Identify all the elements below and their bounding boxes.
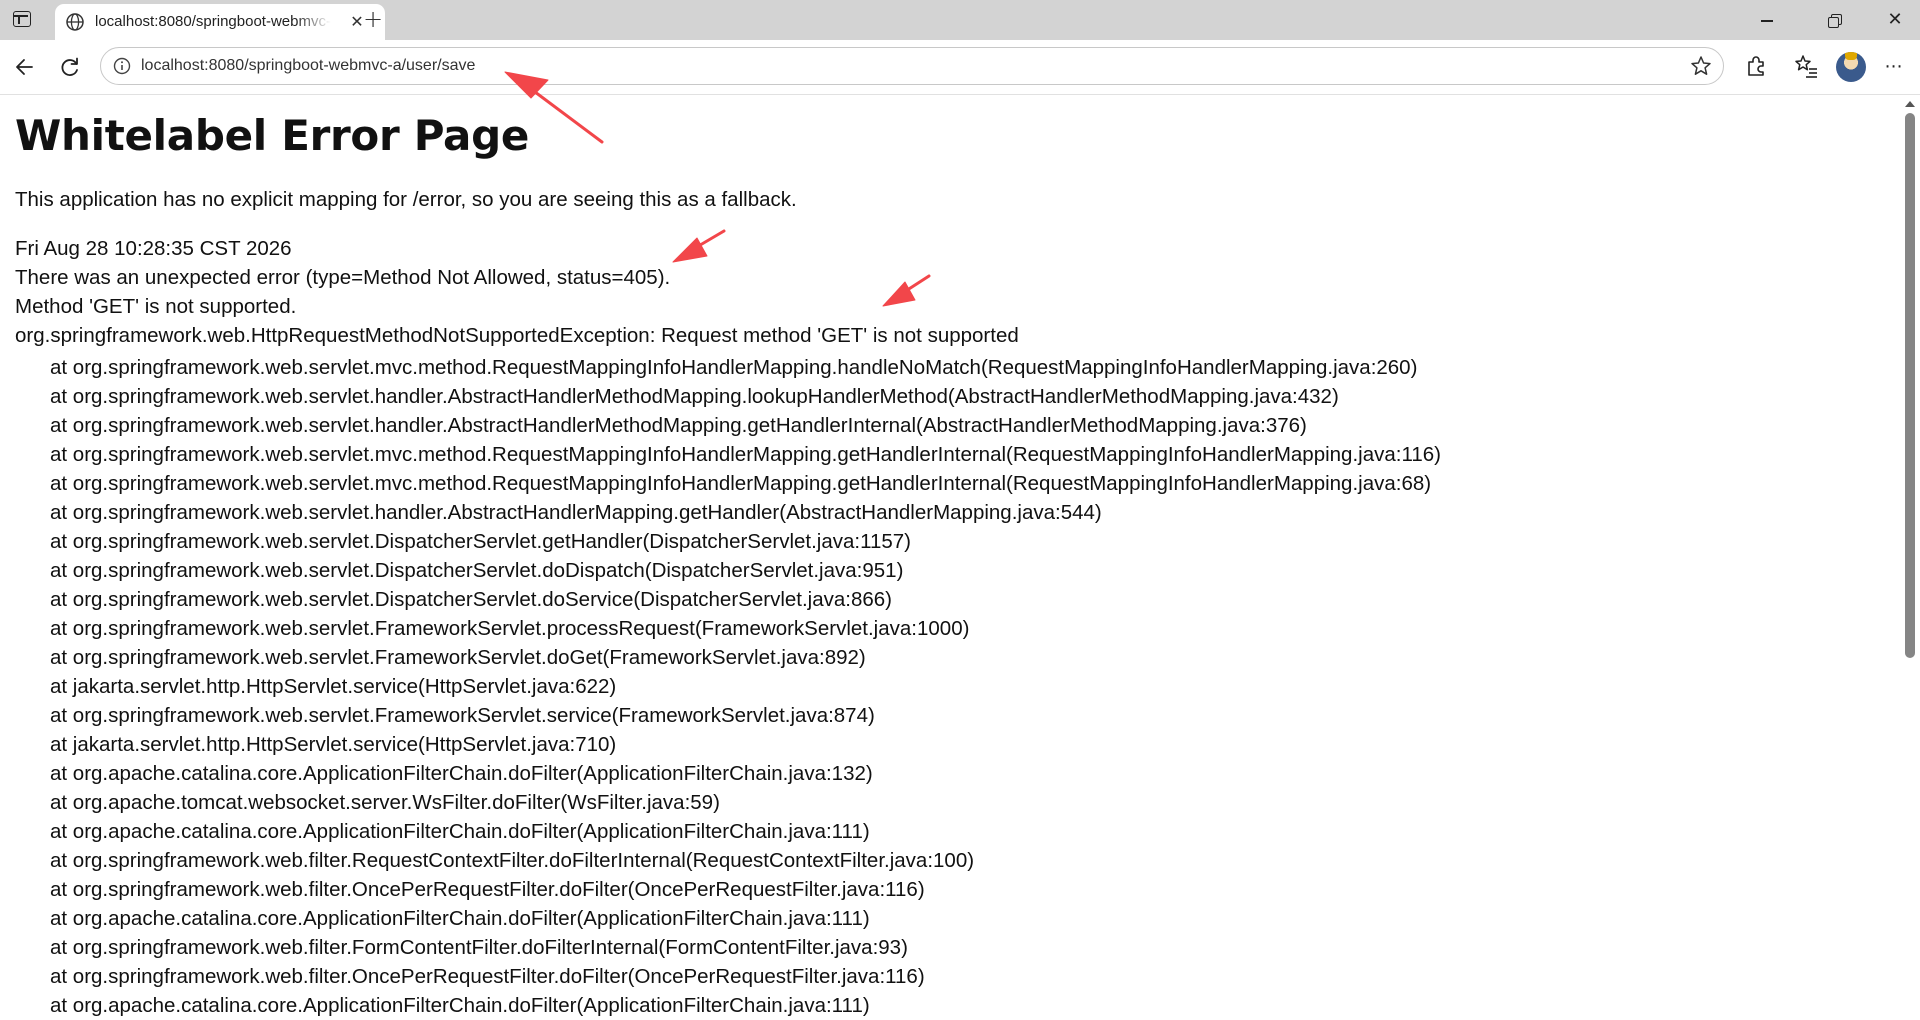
avatar[interactable] bbox=[1836, 52, 1866, 82]
stack-trace-line: at org.springframework.web.filter.Reques… bbox=[50, 849, 975, 872]
globe-icon bbox=[66, 13, 84, 31]
stack-trace-line: at org.apache.tomcat.websocket.server.Ws… bbox=[50, 791, 720, 814]
more-icon[interactable]: ⋯ bbox=[1880, 53, 1908, 81]
stack-trace-line: at org.springframework.web.filter.OncePe… bbox=[50, 878, 925, 901]
url-text[interactable]: localhost:8080/springboot-webmvc-a/user/… bbox=[141, 57, 475, 75]
stack-trace-line: at org.springframework.web.servlet.Dispa… bbox=[50, 559, 904, 582]
new-tab-button[interactable]: + bbox=[358, 6, 388, 34]
arrow-left-icon[interactable] bbox=[10, 52, 40, 82]
refresh-icon[interactable] bbox=[55, 52, 85, 82]
stack-trace-line: at org.springframework.web.servlet.Frame… bbox=[50, 646, 866, 669]
stack-trace-line: at org.springframework.web.servlet.mvc.m… bbox=[50, 443, 1441, 466]
address-bar[interactable]: localhost:8080/springboot-webmvc-a/user/… bbox=[100, 47, 1724, 85]
fallback-message: This application has no explicit mapping… bbox=[15, 188, 797, 211]
stack-trace-line: at org.apache.catalina.core.ApplicationF… bbox=[50, 762, 873, 785]
page-title: Whitelabel Error Page bbox=[15, 111, 530, 160]
tab-strip: localhost:8080/springboot-webmvc-a/user/… bbox=[0, 0, 1920, 40]
stack-trace-line: at org.apache.catalina.core.ApplicationF… bbox=[50, 994, 870, 1017]
stack-trace-line: at org.apache.catalina.core.ApplicationF… bbox=[50, 907, 870, 930]
browser-tab-active[interactable]: localhost:8080/springboot-webmvc-a/user/… bbox=[55, 4, 385, 40]
stack-trace-line: at org.apache.catalina.core.ApplicationF… bbox=[50, 820, 870, 843]
browser-toolbar: localhost:8080/springboot-webmvc-a/user/… bbox=[0, 40, 1920, 95]
page-content: Whitelabel Error Page This application h… bbox=[0, 95, 1900, 1020]
page-scrollbar[interactable] bbox=[1900, 95, 1920, 1020]
favorites-icon[interactable] bbox=[1792, 52, 1820, 80]
close-window-button[interactable]: ✕ bbox=[1872, 5, 1918, 35]
puzzle-icon[interactable] bbox=[1742, 52, 1770, 80]
restore-button[interactable] bbox=[1812, 5, 1858, 35]
minimize-button[interactable] bbox=[1744, 5, 1790, 35]
sidebar-toggle-icon[interactable] bbox=[13, 11, 31, 27]
info-icon[interactable] bbox=[113, 57, 131, 75]
stack-trace-line: at org.springframework.web.servlet.Frame… bbox=[50, 617, 970, 640]
stack-trace-line: at org.springframework.web.filter.FormCo… bbox=[50, 936, 908, 959]
stack-trace-line: at org.springframework.web.servlet.mvc.m… bbox=[50, 472, 1432, 495]
tab-title: localhost:8080/springboot-webmvc-a/user/… bbox=[95, 13, 331, 30]
exception-line: org.springframework.web.HttpRequestMetho… bbox=[15, 324, 1019, 347]
stack-trace-line: at org.springframework.web.servlet.mvc.m… bbox=[50, 356, 1418, 379]
stack-trace: at org.springframework.web.servlet.mvc.m… bbox=[50, 353, 1441, 1020]
stack-trace-line: at org.springframework.web.filter.OncePe… bbox=[50, 965, 925, 988]
stack-trace-line: at org.springframework.web.servlet.Dispa… bbox=[50, 530, 911, 553]
error-message: Method 'GET' is not supported. bbox=[15, 295, 297, 318]
error-description: There was an unexpected error (type=Meth… bbox=[15, 266, 671, 289]
stack-trace-line: at org.springframework.web.servlet.Dispa… bbox=[50, 588, 892, 611]
stack-trace-line: at jakarta.servlet.http.HttpServlet.serv… bbox=[50, 733, 617, 756]
stack-trace-line: at jakarta.servlet.http.HttpServlet.serv… bbox=[50, 675, 617, 698]
stack-trace-line: at org.springframework.web.servlet.Frame… bbox=[50, 704, 875, 727]
stack-trace-line: at org.springframework.web.servlet.handl… bbox=[50, 385, 1339, 408]
scroll-thumb[interactable] bbox=[1905, 113, 1915, 658]
star-icon[interactable] bbox=[1689, 54, 1713, 78]
stack-trace-line: at org.springframework.web.servlet.handl… bbox=[50, 414, 1307, 437]
stack-trace-line: at org.springframework.web.servlet.handl… bbox=[50, 501, 1102, 524]
error-timestamp: Fri Aug 28 10:28:35 CST 2026 bbox=[15, 237, 292, 260]
scroll-up-arrow[interactable] bbox=[1905, 101, 1915, 107]
